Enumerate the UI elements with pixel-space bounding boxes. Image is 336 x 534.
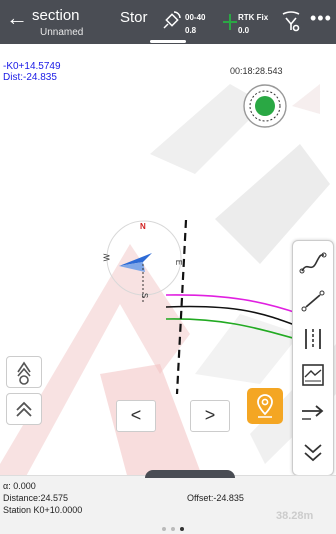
satellite-icon[interactable] bbox=[162, 10, 182, 32]
page-title: section bbox=[32, 7, 80, 24]
distance-readout: Dist:-24.835 bbox=[3, 72, 57, 83]
timer-readout: 00:18:28.543 bbox=[230, 66, 283, 76]
distance-info: Distance:24.575 bbox=[3, 493, 69, 503]
scale-readout: 38.28m bbox=[276, 510, 314, 522]
map-canvas[interactable]: -K0+14.5749 Dist:-24.835 00:18:28.543 N … bbox=[0, 44, 336, 475]
page-subtitle: Unnamed bbox=[40, 27, 84, 38]
fix-icon bbox=[223, 14, 237, 30]
store-button[interactable]: Stor bbox=[120, 9, 148, 26]
compass-east: E bbox=[174, 259, 184, 266]
radio-icon[interactable] bbox=[281, 10, 301, 32]
satellite-count: 00-40 bbox=[185, 13, 206, 22]
compass-west: W bbox=[102, 253, 112, 262]
direction-icon[interactable] bbox=[299, 399, 327, 427]
fix-status: RTK Fix bbox=[238, 13, 269, 22]
top-bar: ← section Unnamed Stor 00-40 0.8 RTK Fix… bbox=[0, 0, 336, 44]
back-icon[interactable]: ← bbox=[6, 7, 28, 29]
compass-south: S bbox=[140, 292, 150, 299]
page-indicator bbox=[162, 527, 184, 531]
more-icon[interactable]: ••• bbox=[310, 8, 332, 29]
stakeout-line-icon[interactable] bbox=[299, 325, 327, 353]
offset-info: Offset:-24.835 bbox=[187, 493, 244, 503]
compass-north: N bbox=[140, 222, 146, 231]
station-info: Station K0+10.0000 bbox=[3, 505, 83, 515]
top-drag-handle[interactable] bbox=[150, 40, 186, 43]
satellite-pdop: 0.8 bbox=[185, 26, 197, 35]
tool-panel bbox=[292, 240, 334, 475]
stakeout-point-icon[interactable] bbox=[299, 287, 327, 315]
angle-readout: α: 0.000 bbox=[3, 481, 36, 491]
next-button[interactable]: > bbox=[190, 400, 230, 432]
location-pin-icon[interactable] bbox=[247, 388, 283, 424]
profile-icon[interactable] bbox=[299, 361, 327, 389]
prev-button[interactable]: < bbox=[116, 400, 156, 432]
expand-up-icon[interactable] bbox=[6, 393, 42, 425]
collapse-icon[interactable] bbox=[299, 437, 327, 465]
curve-icon[interactable] bbox=[299, 249, 327, 277]
antenna-icon[interactable] bbox=[6, 356, 42, 388]
record-icon[interactable] bbox=[235, 84, 295, 128]
info-footer: α: 0.000 Distance:24.575 Offset:-24.835 … bbox=[0, 470, 336, 534]
fix-age: 0.0 bbox=[238, 26, 250, 35]
bottom-drag-handle[interactable] bbox=[145, 470, 235, 478]
mileage-readout: -K0+14.5749 bbox=[3, 61, 61, 72]
